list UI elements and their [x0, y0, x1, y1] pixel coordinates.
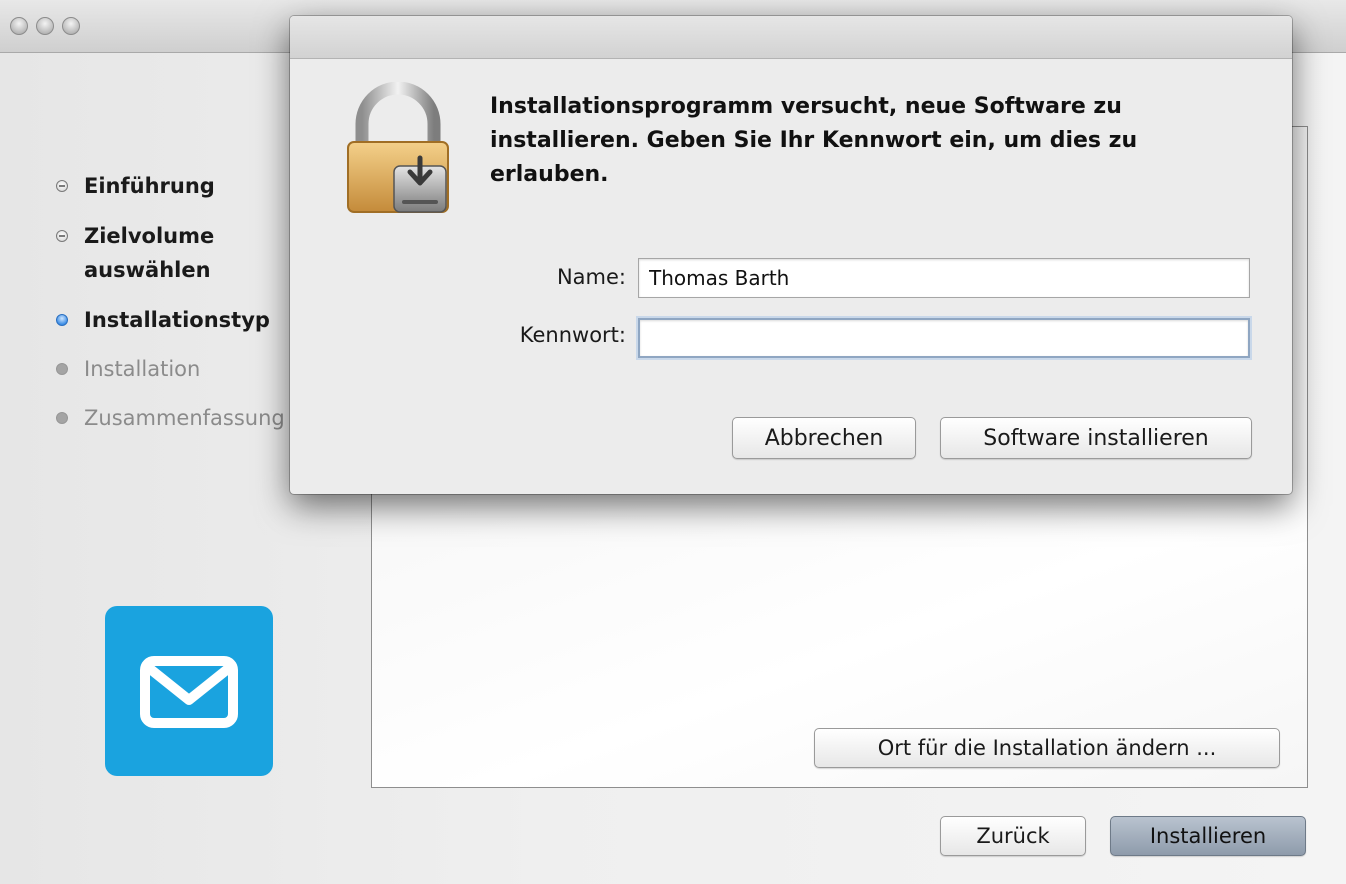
close-window-button[interactable]: [10, 17, 28, 35]
step-label: Zielvolume auswählen: [84, 224, 215, 282]
install-button[interactable]: Installieren: [1110, 816, 1306, 856]
auth-message: Installationsprogramm versucht, neue Sof…: [490, 94, 1138, 187]
dialog-titlebar: [290, 16, 1292, 59]
step-summary: Zusammenfassung: [56, 401, 285, 435]
step-label: Installationstyp: [84, 308, 270, 332]
change-install-location-button[interactable]: Ort für die Installation ändern ...: [814, 728, 1280, 768]
step-pending-icon: [56, 363, 68, 375]
name-field[interactable]: [638, 258, 1250, 298]
step-done-icon: [56, 180, 68, 192]
step-label: Einführung: [84, 174, 215, 198]
step-pending-icon: [56, 412, 68, 424]
password-field[interactable]: [638, 318, 1250, 358]
cancel-button[interactable]: Abbrechen: [732, 417, 916, 459]
step-introduction: Einführung: [56, 169, 215, 203]
lock-icon: [342, 81, 454, 218]
step-done-icon: [56, 230, 68, 242]
step-label: Zusammenfassung: [84, 406, 285, 430]
step-destination: Zielvolume auswählen: [56, 219, 256, 287]
step-label: Installation: [84, 357, 201, 381]
install-software-button[interactable]: Software installieren: [940, 417, 1252, 459]
minimize-window-button[interactable]: [36, 17, 54, 35]
step-current-icon: [56, 314, 68, 326]
step-installation-type: Installationstyp: [56, 303, 270, 337]
authentication-dialog: Installationsprogramm versucht, neue Sof…: [290, 16, 1292, 494]
back-button[interactable]: Zurück: [940, 816, 1086, 856]
name-label: Name:: [556, 265, 626, 289]
password-label: Kennwort:: [519, 323, 626, 347]
step-installation: Installation: [56, 352, 200, 386]
zoom-window-button[interactable]: [62, 17, 80, 35]
mail-envelope-icon: [105, 606, 273, 776]
